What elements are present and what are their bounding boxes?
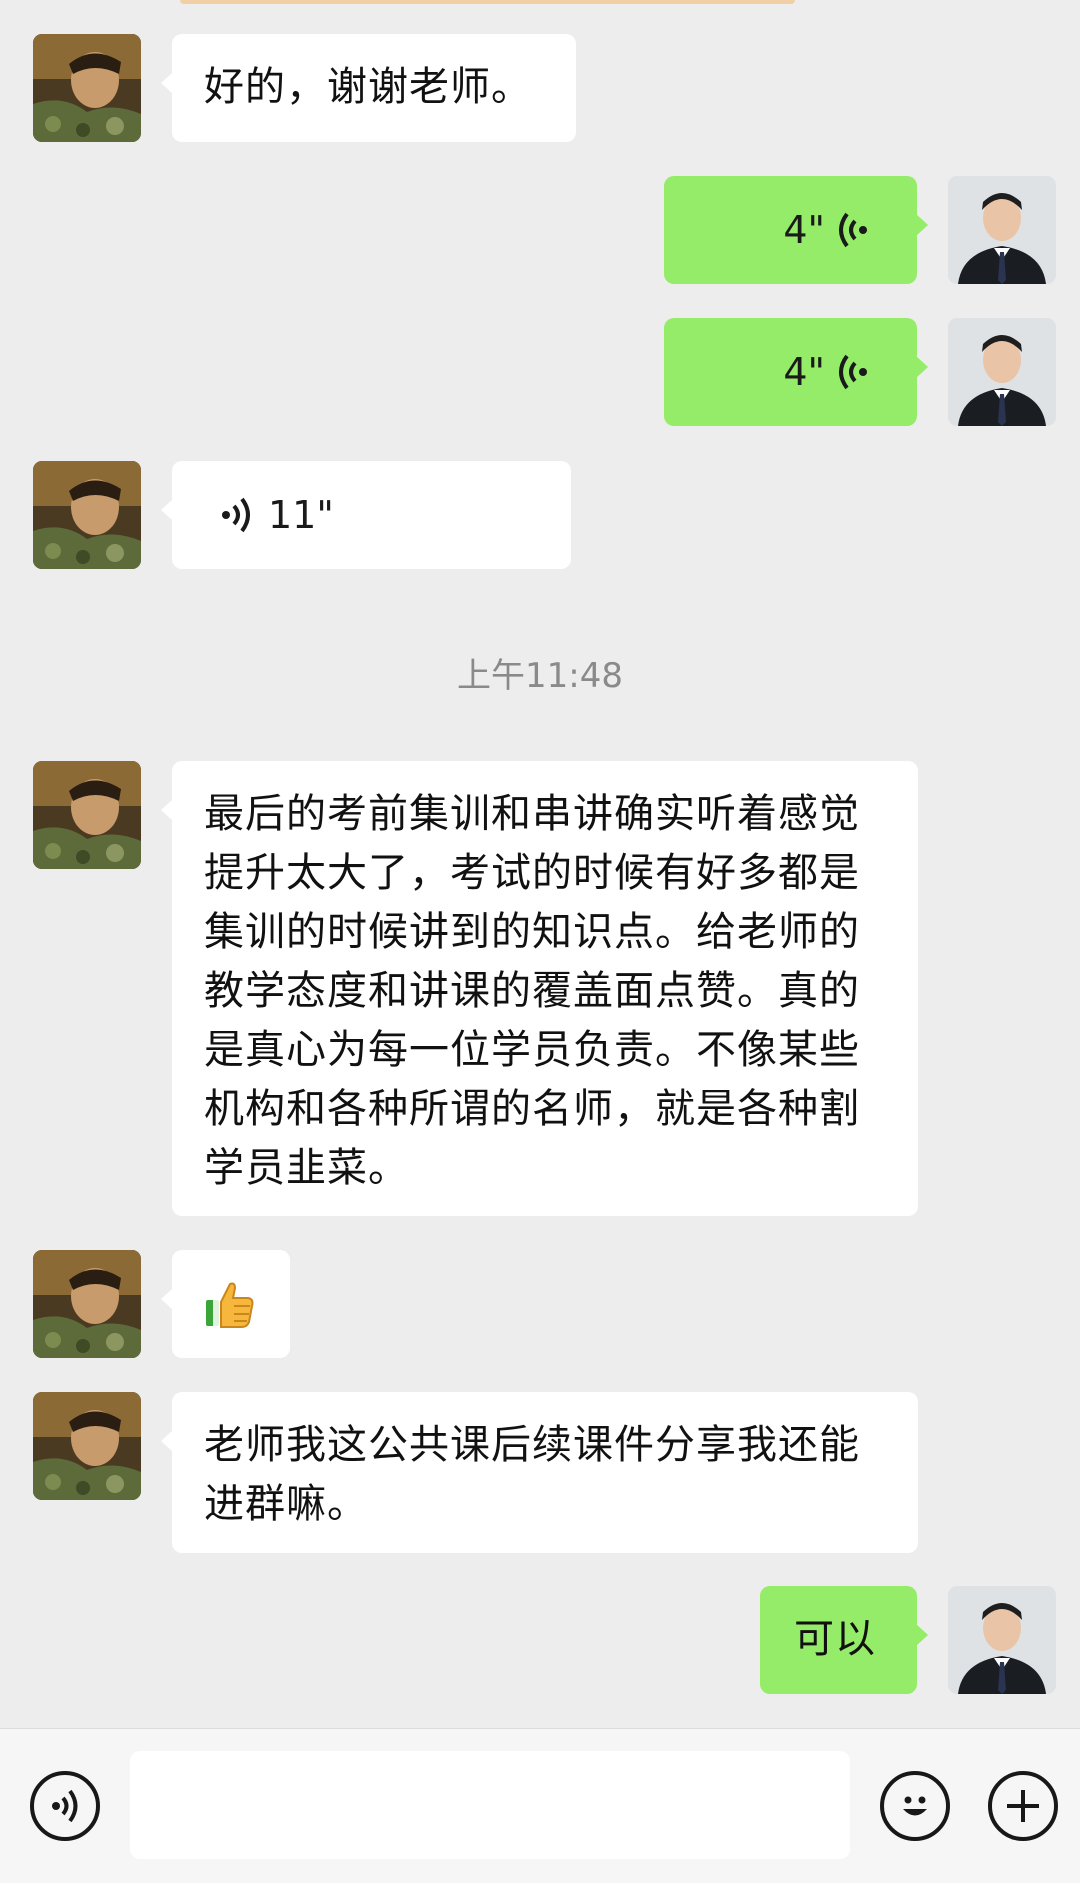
- student-avatar[interactable]: [33, 1392, 141, 1500]
- message-bubble-incoming[interactable]: 好的，谢谢老师。: [161, 34, 576, 142]
- voice-message: 11": [218, 461, 334, 569]
- message-bubble-outgoing[interactable]: 4": [664, 318, 928, 426]
- message-text: 老师我这公共课后续课件分享我还能进群嘛。: [204, 1422, 860, 1527]
- message-bubble-incoming[interactable]: 11": [161, 461, 571, 569]
- teacher-avatar[interactable]: [948, 318, 1056, 426]
- voice-message: 4": [783, 176, 871, 284]
- voice-duration: 11": [268, 493, 334, 537]
- message-bubble-incoming[interactable]: [161, 1250, 290, 1358]
- student-avatar[interactable]: [33, 1250, 141, 1358]
- top-edge-strip: [180, 0, 795, 4]
- teacher-avatar[interactable]: [948, 1586, 1056, 1694]
- voice-wave-icon: [837, 210, 871, 250]
- chat-timestamp: 上午11:48: [457, 656, 623, 696]
- plus-icon: [1003, 1786, 1043, 1826]
- more-button[interactable]: [988, 1771, 1058, 1841]
- voice-wave-icon: [837, 352, 871, 392]
- emoji-button[interactable]: [880, 1771, 950, 1841]
- message-bubble-incoming[interactable]: 最后的考前集训和串讲确实听着感觉提升太大了，考试的时候有好多都是集训的时候讲到的…: [161, 761, 918, 1216]
- voice-mode-icon: [48, 1788, 82, 1824]
- student-avatar[interactable]: [33, 34, 141, 142]
- message-bubble-outgoing[interactable]: 4": [664, 176, 928, 284]
- voice-duration: 4": [783, 350, 825, 394]
- voice-duration: 4": [783, 208, 825, 252]
- message-text: 好的，谢谢老师。: [204, 64, 532, 110]
- student-avatar[interactable]: [33, 761, 141, 869]
- voice-message: 4": [783, 318, 871, 426]
- voice-wave-icon: [218, 495, 252, 535]
- teacher-avatar[interactable]: [948, 176, 1056, 284]
- message-bubble-incoming[interactable]: 老师我这公共课后续课件分享我还能进群嘛。: [161, 1392, 918, 1553]
- voice-mode-button[interactable]: [30, 1771, 100, 1841]
- message-text: 可以: [794, 1616, 876, 1662]
- message-text: 最后的考前集训和串讲确实听着感觉提升太大了，考试的时候有好多都是集训的时候讲到的…: [204, 791, 860, 1191]
- thumbs-up-icon: [204, 1278, 256, 1334]
- message-input[interactable]: [130, 1751, 850, 1859]
- student-avatar[interactable]: [33, 461, 141, 569]
- chat-input-bar: [0, 1728, 1080, 1883]
- emoji-icon: [893, 1784, 937, 1828]
- message-bubble-outgoing[interactable]: 可以: [760, 1586, 928, 1694]
